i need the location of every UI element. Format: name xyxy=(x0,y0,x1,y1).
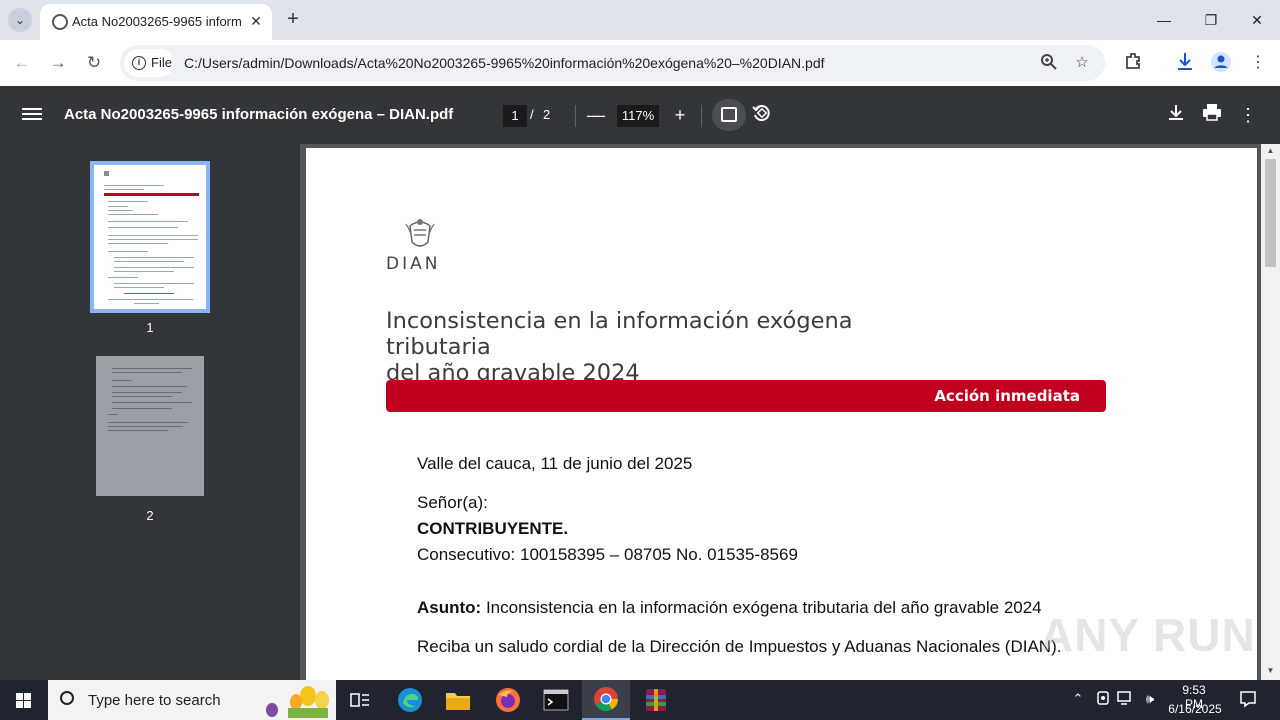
subject-line: Asunto: Inconsistencia en la información… xyxy=(417,598,1042,618)
browser-tab[interactable]: Acta No2003265-9965 informac ✕ xyxy=(40,4,272,40)
zoom-out-button[interactable]: — xyxy=(584,103,608,127)
coat-of-arms-icon xyxy=(405,219,435,247)
tab-search-button[interactable]: ⌄ xyxy=(8,8,32,32)
pdf-download-button[interactable] xyxy=(1164,103,1188,127)
dian-logo-text: DIAN xyxy=(386,254,441,274)
tab-strip: ⌄ Acta No2003265-9965 informac ✕ + — ❐ ✕ xyxy=(0,0,1280,40)
print-button[interactable] xyxy=(1200,103,1224,127)
chevron-up-icon[interactable]: ⌃ xyxy=(1069,690,1087,708)
browser-menu-icon[interactable]: ⋮ xyxy=(1246,51,1270,75)
chrome-icon[interactable] xyxy=(582,680,630,720)
back-button[interactable]: ← xyxy=(10,51,34,75)
file-explorer-icon[interactable] xyxy=(434,680,482,720)
forward-button[interactable]: → xyxy=(46,51,70,75)
recipient: CONTRIBUYENTE. xyxy=(417,519,569,538)
taskbar: Type here to search ⌃ 🕪 xyxy=(0,680,1280,720)
notifications-icon[interactable] xyxy=(1238,690,1258,708)
winrar-icon[interactable] xyxy=(632,680,680,720)
subject-label: Asunto: xyxy=(417,598,482,617)
toolbar-divider xyxy=(701,105,702,127)
zoom-icon[interactable] xyxy=(1039,53,1059,73)
zoom-level-input[interactable]: 117% xyxy=(617,105,659,127)
page-total: 2 xyxy=(543,107,551,122)
pdf-viewer[interactable]: DIAN Inconsistencia en la información ex… xyxy=(300,144,1280,680)
document-title: Inconsistencia en la información exógena… xyxy=(386,308,946,386)
url-text[interactable]: C:/Users/admin/Downloads/Acta%20No200326… xyxy=(184,55,825,71)
clock-date[interactable]: 6/16/2025 xyxy=(1166,702,1224,716)
volume-icon[interactable]: 🕪 xyxy=(1141,690,1159,708)
close-tab-button[interactable]: ✕ xyxy=(246,11,266,31)
rotate-button[interactable] xyxy=(749,103,773,127)
site-info-chip[interactable]: i File xyxy=(124,49,174,77)
sidebar-toggle-menu-icon[interactable] xyxy=(22,105,42,125)
action-banner: Acción inmediata xyxy=(386,380,1106,412)
page-thumbnail-2[interactable] xyxy=(96,356,204,496)
taskbar-search-box[interactable]: Type here to search xyxy=(48,680,336,720)
page-thumbnail-1[interactable] xyxy=(90,161,210,313)
close-window-button[interactable]: ✕ xyxy=(1234,0,1280,40)
extensions-icon[interactable] xyxy=(1121,51,1145,75)
terminal-icon[interactable] xyxy=(532,680,580,720)
consecutivo: Consecutivo: 100158395 – 08705 No. 01535… xyxy=(417,545,798,564)
tab-title: Acta No2003265-9965 informac xyxy=(72,14,242,29)
site-info-label: File xyxy=(151,55,172,70)
arrow-left-icon: ← xyxy=(13,53,31,72)
start-button[interactable] xyxy=(0,680,48,720)
pdf-toolbar: Acta No2003265-9965 información exógena … xyxy=(0,86,1280,144)
new-tab-button[interactable]: + xyxy=(282,8,304,30)
thumbnail-label-2: 2 xyxy=(146,508,154,523)
action-banner-label: Acción inmediata xyxy=(934,387,1080,405)
pdf-document-title: Acta No2003265-9965 información exógena … xyxy=(64,106,454,123)
pdf-page: DIAN Inconsistencia en la información ex… xyxy=(306,148,1257,680)
salutation: Señor(a): xyxy=(417,493,488,512)
browser-toolbar: ← → ↻ i File C:/Users/admin/Downloads/Ac… xyxy=(0,40,1280,86)
arrow-right-icon: → xyxy=(49,53,67,72)
network-icon[interactable] xyxy=(1117,690,1135,708)
scroll-down-arrow-icon[interactable]: ▼ xyxy=(1261,666,1280,680)
taskbar-search-placeholder: Type here to search xyxy=(88,692,221,709)
fit-to-page-button[interactable] xyxy=(712,99,746,131)
toolbar-divider xyxy=(575,105,576,127)
minimize-button[interactable]: — xyxy=(1141,0,1187,40)
reload-button[interactable]: ↻ xyxy=(82,51,106,75)
task-view-button[interactable] xyxy=(336,680,384,720)
zoom-in-button[interactable]: + xyxy=(668,103,692,127)
info-icon: i xyxy=(132,56,146,70)
watermark: ANY RUN xyxy=(1040,609,1256,661)
scrollbar-thumb[interactable] xyxy=(1265,159,1276,267)
downloads-icon[interactable] xyxy=(1173,51,1197,75)
fit-page-icon xyxy=(721,107,737,122)
globe-icon xyxy=(52,14,68,30)
reload-icon: ↻ xyxy=(86,53,102,72)
document-title-line-1: Inconsistencia en la información exógena… xyxy=(386,308,853,360)
vertical-scrollbar[interactable]: ▲ ▼ xyxy=(1261,144,1280,680)
pdf-more-options-icon[interactable]: ⋮ xyxy=(1236,103,1260,127)
address-bar[interactable]: i File C:/Users/admin/Downloads/Acta%20N… xyxy=(120,45,1105,81)
thumbnail-label-1: 1 xyxy=(146,320,154,335)
subject-text: Inconsistencia en la información exógena… xyxy=(481,598,1042,617)
flowers-decoration-icon xyxy=(266,686,329,718)
page-number-input[interactable]: 1 xyxy=(503,105,527,127)
place-date: Valle del cauca, 11 de junio del 2025 xyxy=(417,454,693,473)
maximize-button[interactable]: ❐ xyxy=(1188,0,1234,40)
greeting: Reciba un saludo cordial de la Dirección… xyxy=(417,637,1062,656)
profile-avatar-icon[interactable] xyxy=(1209,51,1233,75)
edge-icon[interactable] xyxy=(386,680,434,720)
firefox-icon[interactable] xyxy=(484,680,532,720)
device-icon[interactable] xyxy=(1094,690,1112,708)
dian-logo: DIAN xyxy=(386,216,456,276)
chevron-down-icon: ⌄ xyxy=(14,13,26,27)
thumbnail-sidebar: 1 2 xyxy=(0,144,300,680)
page-separator: / xyxy=(530,107,534,122)
scroll-up-arrow-icon[interactable]: ▲ xyxy=(1261,146,1280,160)
bookmark-star-icon[interactable]: ☆ xyxy=(1072,53,1092,73)
search-icon xyxy=(60,691,74,705)
